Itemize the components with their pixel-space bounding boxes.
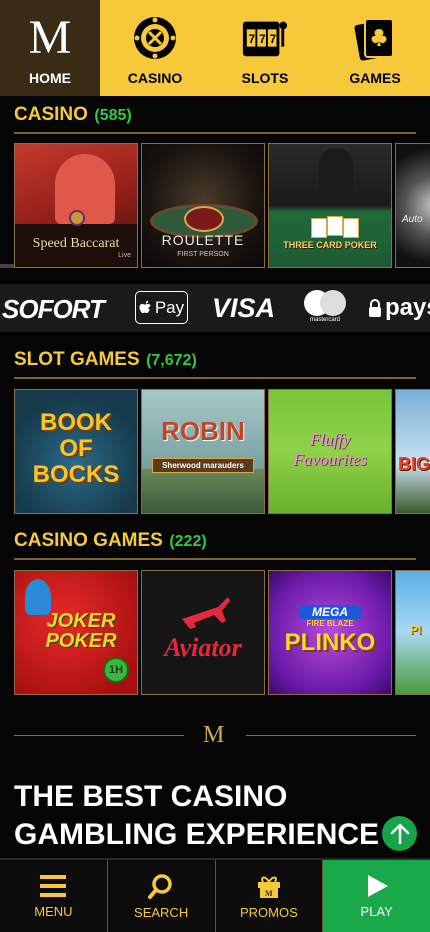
divider-line-right xyxy=(246,735,416,736)
game-tile-roulette[interactable]: ROULETTE FIRST PERSON xyxy=(141,143,265,268)
gift-icon: M xyxy=(257,876,280,898)
brand-divider: M xyxy=(14,722,416,748)
paysafe-logo: pays xyxy=(368,294,430,322)
tile-title: ROULETTE xyxy=(161,232,245,248)
tile-title: BOOK OF BOCKS xyxy=(32,409,120,488)
slot-machine-icon: 7 7 7 xyxy=(241,14,289,62)
game-tile-aviator[interactable]: Aviator xyxy=(141,570,265,695)
slot-tiles-row: BOOK OF BOCKS ROBIN Sherwood marauders F… xyxy=(14,389,430,514)
nav-home-label: HOME xyxy=(29,70,71,86)
top-navigation: M HOME CASINO 7 7 7 SLOTS GAMES xyxy=(0,0,430,96)
game-tile-auto-roulette[interactable]: Auto xyxy=(395,143,430,268)
svg-text:7: 7 xyxy=(249,34,255,46)
roulette-wheel-icon xyxy=(131,14,179,62)
tile-title: ROBIN xyxy=(161,416,245,446)
tile-title: BIG xyxy=(398,454,430,474)
apple-icon xyxy=(139,300,151,313)
bottom-nav-play[interactable]: PLAY xyxy=(323,860,430,932)
game-tile-three-card-poker[interactable]: THREE CARD POKER xyxy=(268,143,392,268)
playing-cards-icon xyxy=(351,14,399,62)
payment-methods-strip: SOFORT Pay VISA mastercard pays xyxy=(0,284,430,332)
tile-title: Speed Baccarat xyxy=(32,236,120,251)
nav-slots[interactable]: 7 7 7 SLOTS xyxy=(210,0,320,96)
apple-pay-text: Pay xyxy=(154,297,185,317)
game-tile-fluffy-favourites[interactable]: Fluffy Favourites xyxy=(268,389,392,514)
hero-line-1: THE BEST CASINO xyxy=(14,780,288,813)
sofort-logo: SOFORT xyxy=(2,294,105,324)
game-tile-robin-sherwood[interactable]: ROBIN Sherwood marauders xyxy=(141,389,265,514)
casino-games-tiles-row: JOKER POKER 1H Aviator MEGA FIRE BLAZE P… xyxy=(14,570,430,695)
brand-logo: M xyxy=(28,11,72,64)
bottom-nav-menu[interactable]: MENU xyxy=(0,860,108,932)
nav-games-label: GAMES xyxy=(349,70,401,86)
bottom-nav-menu-label: MENU xyxy=(34,903,73,919)
casino-games-section-title: CASINO GAMES xyxy=(14,530,163,551)
scroll-indicator xyxy=(0,264,14,268)
hero-heading: THE BEST CASINO GAMBLING EXPERIENCE xyxy=(14,778,379,854)
hand-count-badge: 1H xyxy=(103,657,129,683)
menu-icon xyxy=(40,874,67,897)
tile-subtitle: FIRST PERSON xyxy=(177,251,229,258)
divider-line-left xyxy=(14,735,184,736)
nav-home[interactable]: M HOME xyxy=(0,0,100,96)
play-icon xyxy=(367,874,388,897)
casino-tiles-row: Speed Baccarat Live ROULETTE FIRST PERSO… xyxy=(14,143,430,268)
casino-games-section-header[interactable]: CASINO GAMES (222) xyxy=(14,530,416,560)
casino-section-header[interactable]: CASINO (585) xyxy=(14,104,416,134)
tile-subtitle: Live xyxy=(118,252,131,259)
casino-section-title: CASINO xyxy=(14,104,88,125)
game-tile-speed-baccarat[interactable]: Speed Baccarat Live xyxy=(14,143,138,268)
tile-title: Fluffy Favourites xyxy=(293,430,367,469)
search-icon xyxy=(148,873,172,899)
casino-games-section-count: (222) xyxy=(169,533,207,550)
bottom-nav-promos[interactable]: M PROMOS xyxy=(216,860,324,932)
casino-section-count: (585) xyxy=(94,107,132,124)
game-tile-joker-poker[interactable]: JOKER POKER 1H xyxy=(14,570,138,695)
nav-slots-label: SLOTS xyxy=(241,70,289,86)
slot-games-section-title: SLOT GAMES xyxy=(14,349,140,370)
nav-casino-label: CASINO xyxy=(127,70,183,86)
tile-title: Aviator xyxy=(164,633,242,662)
mastercard-text: mastercard xyxy=(309,317,340,323)
apple-pay-logo: Pay xyxy=(135,291,188,324)
page: M HOME CASINO 7 7 7 SLOTS GAMES CASINO (… xyxy=(0,0,430,932)
tile-label-mega: MEGA xyxy=(299,605,361,619)
bottom-nav-search[interactable]: SEARCH xyxy=(108,860,216,932)
bottom-nav-play-label: PLAY xyxy=(360,903,393,919)
tile-label-fire-blaze: FIRE BLAZE xyxy=(306,619,354,628)
hand-count-text: 1H xyxy=(108,664,124,676)
lock-icon xyxy=(369,299,381,317)
game-tile-pi[interactable]: PI xyxy=(395,570,430,695)
plane-icon xyxy=(182,597,230,629)
svg-text:7: 7 xyxy=(270,34,276,46)
tile-subtitle: Sherwood marauders xyxy=(152,458,254,473)
tile-title: THREE CARD POKER xyxy=(283,240,377,250)
game-tile-book-of-bocks[interactable]: BOOK OF BOCKS xyxy=(14,389,138,514)
bottom-nav-promos-label: PROMOS xyxy=(239,904,298,920)
game-tile-big[interactable]: BIG xyxy=(395,389,430,514)
nav-casino[interactable]: CASINO xyxy=(100,0,210,96)
hero-line-2: GAMBLING EXPERIENCE xyxy=(14,818,380,851)
bottom-nav-search-label: SEARCH xyxy=(134,904,189,920)
visa-logo: VISA xyxy=(212,293,276,323)
slot-games-section-header[interactable]: SLOT GAMES (7,672) xyxy=(14,349,416,379)
tile-title: PI xyxy=(410,623,422,637)
tile-title: PLINKO xyxy=(284,629,376,656)
svg-text:M: M xyxy=(265,889,273,898)
arrow-up-icon xyxy=(390,823,409,844)
paysafe-text: pays xyxy=(385,294,430,321)
tile-title: Auto xyxy=(402,214,423,225)
nav-games[interactable]: GAMES xyxy=(320,0,430,96)
tile-title: JOKER POKER xyxy=(45,610,117,652)
slot-games-section-count: (7,672) xyxy=(146,352,197,369)
divider-logo: M xyxy=(203,722,225,748)
svg-text:7: 7 xyxy=(259,34,265,46)
mastercard-logo: mastercard xyxy=(302,290,348,326)
game-tile-plinko[interactable]: MEGA FIRE BLAZE PLINKO xyxy=(268,570,392,695)
scroll-to-top-button[interactable] xyxy=(382,816,417,851)
bottom-navigation: MENU SEARCH M PROMOS PLAY xyxy=(0,858,430,932)
